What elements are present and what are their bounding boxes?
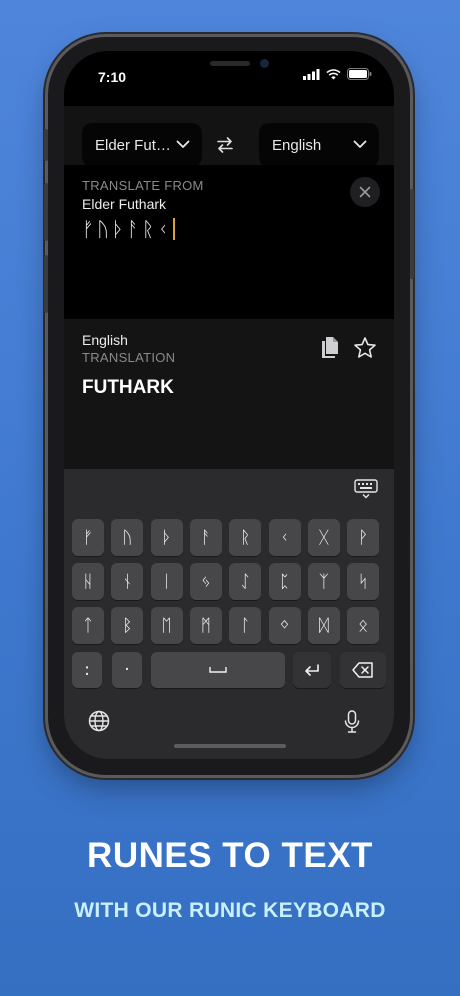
key-delete[interactable] bbox=[340, 652, 386, 688]
rune-key[interactable]: ᛖ bbox=[150, 607, 183, 644]
promo-subline: WITH OUR RUNIC KEYBOARD bbox=[74, 899, 386, 922]
translation-panel: English TRANSLATION FUTHARK bbox=[64, 319, 394, 469]
target-language-button[interactable]: English bbox=[259, 123, 379, 167]
notch bbox=[150, 51, 308, 79]
home-indicator bbox=[174, 744, 286, 748]
rune-key[interactable]: ᚹ bbox=[347, 519, 380, 556]
speaker bbox=[210, 61, 250, 66]
rune-key[interactable]: ᚨ bbox=[189, 519, 222, 556]
rune-key[interactable]: ᚦ bbox=[150, 519, 183, 556]
runic-keyboard: ᚠᚢᚦᚨᚱᚲᚷᚹ ᚺᚾᛁᛃᛇᛈᛉᛋ ᛏᛒᛖᛗᛚᛜᛞᛟ : · bbox=[64, 469, 394, 759]
volume-down-button bbox=[44, 255, 48, 313]
text-cursor bbox=[173, 218, 175, 240]
target-language-name: English bbox=[82, 332, 128, 348]
rune-key[interactable]: ᛇ bbox=[229, 563, 262, 600]
screen: 7:10 Elder Fut… English TRANSLATE FROM E… bbox=[64, 51, 394, 759]
rune-key[interactable]: ᛗ bbox=[189, 607, 222, 644]
source-language-button[interactable]: Elder Fut… bbox=[82, 123, 202, 167]
clear-button[interactable] bbox=[350, 177, 380, 207]
rune-input-text: ᚠᚢᚦᚨᚱᚲ bbox=[82, 217, 172, 241]
wifi-icon bbox=[326, 68, 341, 79]
phone-frame: 7:10 Elder Fut… English TRANSLATE FROM E… bbox=[44, 37, 414, 775]
delete-backward-icon bbox=[352, 662, 373, 678]
cellular-signal-icon bbox=[303, 68, 320, 80]
rune-key[interactable]: ᛋ bbox=[347, 563, 380, 600]
rune-input-field[interactable]: ᚠᚢᚦᚨᚱᚲ bbox=[82, 217, 175, 241]
rune-key[interactable]: ᛉ bbox=[307, 563, 340, 600]
promo-headline: RUNES TO TEXT bbox=[87, 836, 373, 875]
rune-key[interactable]: ᚠ bbox=[72, 519, 104, 556]
translation-caption: TRANSLATION bbox=[82, 350, 176, 365]
volume-up-button bbox=[44, 183, 48, 241]
rune-key[interactable]: ᚲ bbox=[268, 519, 301, 556]
battery-icon bbox=[347, 68, 372, 80]
rune-key[interactable]: ᚢ bbox=[111, 519, 144, 556]
return-icon bbox=[305, 664, 319, 676]
rune-key[interactable]: ᛞ bbox=[307, 607, 340, 644]
chevron-down-icon bbox=[353, 140, 367, 148]
rune-key[interactable]: ᛚ bbox=[229, 607, 262, 644]
close-icon bbox=[359, 186, 371, 198]
key-space[interactable] bbox=[151, 652, 285, 688]
chevron-down-icon bbox=[176, 140, 190, 148]
rune-key[interactable]: ᛃ bbox=[189, 563, 222, 600]
source-language-label: Elder Fut… bbox=[95, 136, 171, 154]
rune-key[interactable]: ᛒ bbox=[111, 607, 144, 644]
rune-key[interactable]: ᚷ bbox=[307, 519, 340, 556]
rune-key[interactable]: ᛟ bbox=[347, 607, 380, 644]
rune-key[interactable]: ᛏ bbox=[72, 607, 104, 644]
translation-output: FUTHARK bbox=[82, 377, 174, 398]
mute-switch bbox=[44, 129, 48, 161]
space-icon bbox=[209, 667, 227, 673]
key-dot[interactable]: · bbox=[112, 652, 142, 688]
status-icons bbox=[303, 68, 372, 80]
swap-arrows-icon[interactable] bbox=[216, 136, 234, 154]
microphone-icon[interactable] bbox=[344, 710, 360, 734]
key-return[interactable] bbox=[293, 652, 331, 688]
rune-key[interactable]: ᛜ bbox=[268, 607, 301, 644]
source-caption: TRANSLATE FROM bbox=[82, 178, 204, 193]
rune-key[interactable]: ᚾ bbox=[111, 563, 144, 600]
globe-icon[interactable] bbox=[88, 710, 110, 732]
front-camera bbox=[260, 59, 269, 68]
source-language-name: Elder Futhark bbox=[82, 196, 167, 212]
rune-key[interactable]: ᛈ bbox=[268, 563, 301, 600]
rune-key[interactable]: ᛁ bbox=[150, 563, 183, 600]
star-icon[interactable] bbox=[353, 336, 377, 360]
rune-key[interactable]: ᚱ bbox=[229, 519, 262, 556]
keyboard-icon[interactable] bbox=[354, 479, 378, 499]
rune-key[interactable]: ᚺ bbox=[72, 563, 104, 600]
target-language-label: English bbox=[272, 136, 322, 154]
status-time: 7:10 bbox=[98, 69, 127, 85]
key-colon[interactable]: : bbox=[72, 652, 102, 688]
source-panel: TRANSLATE FROM Elder Futhark ᚠᚢᚦᚨᚱᚲ bbox=[64, 165, 394, 319]
copy-icon[interactable] bbox=[320, 335, 340, 359]
power-button bbox=[410, 189, 414, 279]
